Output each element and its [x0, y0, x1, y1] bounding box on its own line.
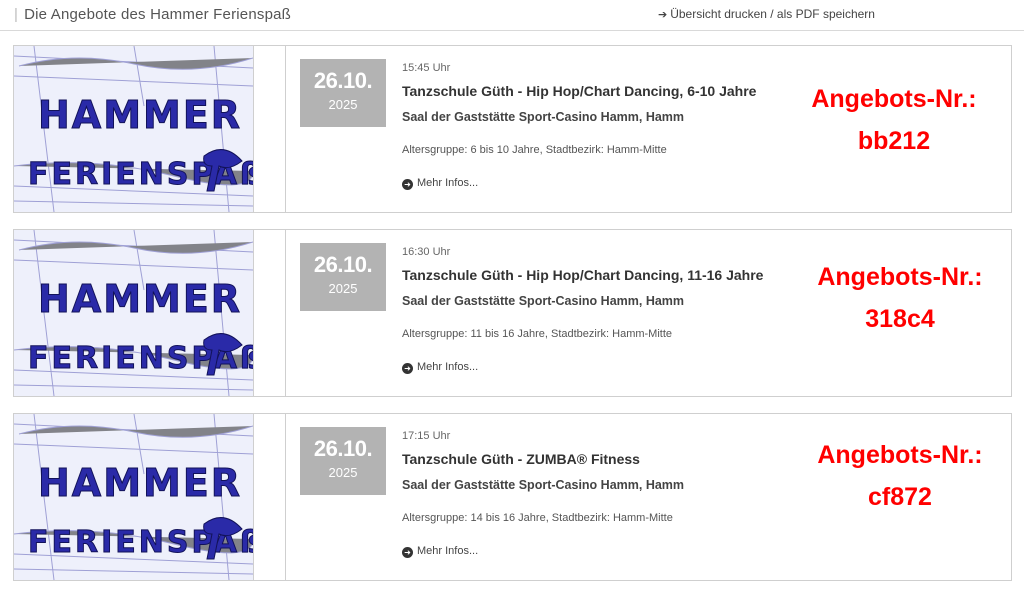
- event-age-district: Altersgruppe: 11 bis 16 Jahre, Stadtbezi…: [402, 328, 673, 340]
- hammer-ferienspass-logo[interactable]: HAMMER FERIENSPAß: [14, 46, 254, 212]
- offer-number-code: bb212: [857, 127, 931, 155]
- arrow-circle-right-icon: ➜: [402, 179, 413, 190]
- event-age-district: Altersgruppe: 14 bis 16 Jahre, Stadtbezi…: [402, 512, 673, 524]
- offer-number: Angebots-Nr.: bb212: [784, 78, 1004, 162]
- offer-number-code: 318c4: [865, 305, 935, 333]
- more-info-link[interactable]: ➜ Mehr Infos...: [402, 177, 478, 190]
- offer-card: HAMMER FERIENSPAß 26.10. 2025 15:45 Uhr …: [13, 45, 1012, 213]
- arrow-circle-right-icon: ➜: [402, 547, 413, 558]
- logo-image: HAMMER FERIENSPAß: [14, 46, 253, 212]
- print-pdf-label: Übersicht drucken / als PDF speichern: [670, 7, 875, 21]
- date-year: 2025: [328, 97, 358, 112]
- hammer-ferienspass-logo[interactable]: HAMMER FERIENSPAß: [14, 230, 254, 396]
- card-separator: [253, 46, 286, 212]
- page-header: | Die Angebote des Hammer Ferienspaß ➔ Übe…: [0, 0, 1024, 31]
- offer-number: Angebots-Nr.: cf872: [790, 434, 1010, 518]
- page-title: | Die Angebote des Hammer Ferienspaß: [14, 6, 291, 23]
- card-separator: [253, 414, 286, 580]
- arrow-circle-right-icon: ➜: [402, 363, 413, 374]
- logo-line1: HAMMER: [38, 461, 242, 505]
- event-time: 15:45 Uhr: [402, 62, 451, 74]
- date-badge: 26.10. 2025: [300, 59, 386, 127]
- page-title-text: Die Angebote des Hammer Ferienspaß: [24, 6, 292, 23]
- event-title[interactable]: Tanzschule Güth - Hip Hop/Chart Dancing,…: [402, 83, 756, 99]
- event-time: 16:30 Uhr: [402, 246, 451, 258]
- card-separator: [253, 230, 286, 396]
- logo-line1: HAMMER: [38, 277, 242, 321]
- date-day: 26.10.: [313, 68, 373, 93]
- more-info-link[interactable]: ➜ Mehr Infos...: [402, 545, 478, 558]
- event-age-district: Altersgruppe: 6 bis 10 Jahre, Stadtbezir…: [402, 144, 667, 156]
- offer-number-label: Angebots-Nr.:: [811, 85, 977, 113]
- more-info-label: Mehr Infos...: [417, 177, 479, 189]
- date-year: 2025: [328, 465, 358, 480]
- event-venue: Saal der Gaststätte Sport-Casino Hamm, H…: [402, 478, 685, 492]
- event-venue: Saal der Gaststätte Sport-Casino Hamm, H…: [402, 294, 685, 308]
- more-info-link[interactable]: ➜ Mehr Infos...: [402, 361, 478, 374]
- date-day: 26.10.: [313, 252, 373, 277]
- arrow-right-icon: ➔: [658, 9, 668, 21]
- title-divider: |: [14, 6, 19, 23]
- date-year: 2025: [328, 281, 358, 296]
- offer-card: HAMMER FERIENSPAß 26.10. 2025 17:15 Uhr …: [13, 413, 1012, 581]
- logo-line1: HAMMER: [38, 93, 242, 137]
- date-badge: 26.10. 2025: [300, 427, 386, 495]
- logo-image: HAMMER FERIENSPAß: [14, 414, 253, 580]
- offer-number: Angebots-Nr.: 318c4: [790, 256, 1010, 340]
- event-title[interactable]: Tanzschule Güth - Hip Hop/Chart Dancing,…: [402, 267, 763, 283]
- date-day: 26.10.: [313, 436, 373, 461]
- offer-card: HAMMER FERIENSPAß 26.10. 2025 16:30 Uhr …: [13, 229, 1012, 397]
- more-info-label: Mehr Infos...: [417, 545, 479, 557]
- event-title[interactable]: Tanzschule Güth - ZUMBA® Fitness: [402, 451, 640, 467]
- print-pdf-link[interactable]: ➔ Übersicht drucken / als PDF speichern: [658, 7, 875, 21]
- event-venue: Saal der Gaststätte Sport-Casino Hamm, H…: [402, 110, 685, 124]
- hammer-ferienspass-logo[interactable]: HAMMER FERIENSPAß: [14, 414, 254, 580]
- more-info-label: Mehr Infos...: [417, 361, 479, 373]
- offer-number-label: Angebots-Nr.:: [817, 441, 983, 469]
- offer-number-label: Angebots-Nr.:: [817, 263, 983, 291]
- event-time: 17:15 Uhr: [402, 430, 451, 442]
- date-badge: 26.10. 2025: [300, 243, 386, 311]
- logo-image: HAMMER FERIENSPAß: [14, 230, 253, 396]
- offer-number-code: cf872: [868, 483, 932, 511]
